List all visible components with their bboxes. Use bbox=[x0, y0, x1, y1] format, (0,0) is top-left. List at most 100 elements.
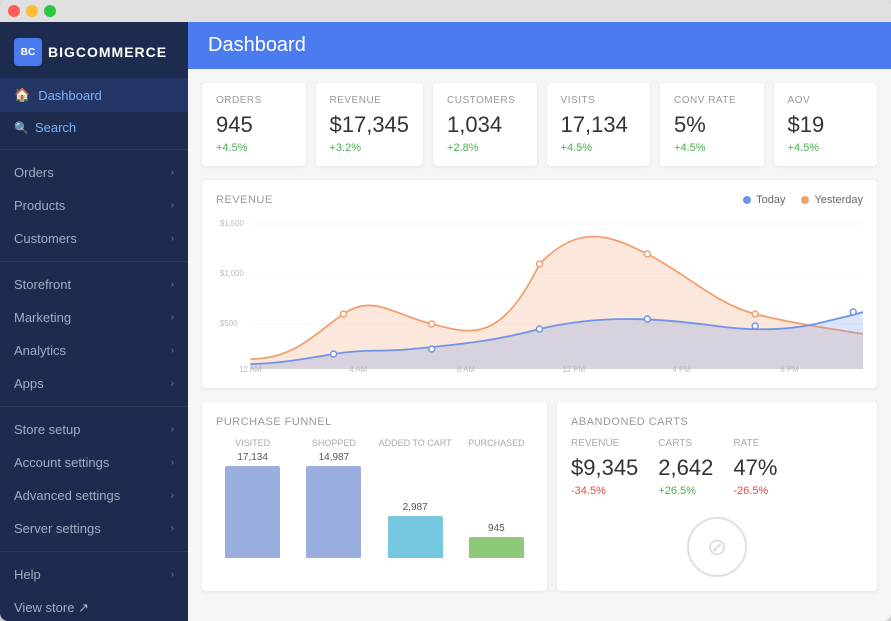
stat-label: VISITS bbox=[561, 95, 637, 106]
stat-card-visits: VISITS 17,134 +4.5% bbox=[547, 83, 651, 166]
svg-text:8 PM: 8 PM bbox=[780, 365, 798, 374]
sidebar-item-search[interactable]: 🔍 Search bbox=[0, 112, 188, 143]
funnel-col-label: ADDED TO CART bbox=[379, 438, 452, 448]
sidebar-logo: BC BIGCOMMERCE bbox=[0, 22, 188, 78]
chevron-icon: › bbox=[171, 312, 174, 323]
chevron-icon: › bbox=[171, 569, 174, 580]
advanced-settings-label: Advanced settings bbox=[14, 488, 120, 503]
chart-area: $1,500 $1,000 $500 bbox=[216, 214, 863, 374]
stat-change: +4.5% bbox=[674, 142, 750, 154]
funnel-col-label: SHOPPED bbox=[312, 438, 356, 448]
stats-row: ORDERS 945 +4.5% REVENUE $17,345 +3.2% C… bbox=[202, 83, 877, 166]
chevron-icon: › bbox=[171, 457, 174, 468]
funnel-bar bbox=[469, 537, 524, 558]
aband-change: +26.5% bbox=[658, 485, 713, 497]
funnel-val: 945 bbox=[488, 523, 505, 534]
funnel-col-shopped: SHOPPED 14,987 bbox=[297, 438, 370, 558]
svg-text:12 AM: 12 AM bbox=[239, 365, 261, 374]
abandoned-stats: REVENUE $9,345 -34.5% CARTS 2,642 +26.5%… bbox=[571, 438, 863, 497]
sidebar-search-label: Search bbox=[35, 120, 76, 135]
sidebar-nav: 🏠 Dashboard 🔍 Search Orders › Products › bbox=[0, 78, 188, 621]
sidebar-item-label: Dashboard bbox=[38, 88, 102, 103]
stat-value: 17,134 bbox=[561, 112, 637, 138]
sidebar-item-analytics[interactable]: Analytics › bbox=[0, 334, 188, 367]
yesterday-dot bbox=[801, 196, 809, 204]
aband-value: 47% bbox=[733, 455, 777, 481]
customers-label: Customers bbox=[14, 231, 77, 246]
stat-label: CONV RATE bbox=[674, 95, 750, 106]
stat-label: REVENUE bbox=[330, 95, 410, 106]
sidebar-divider-2 bbox=[0, 261, 188, 262]
chevron-icon: › bbox=[171, 523, 174, 534]
stat-change: +4.5% bbox=[788, 142, 864, 154]
sidebar-item-marketing[interactable]: Marketing › bbox=[0, 301, 188, 334]
sidebar-item-dashboard[interactable]: 🏠 Dashboard bbox=[0, 78, 188, 112]
minimize-button[interactable] bbox=[26, 5, 38, 17]
app-window: BC BIGCOMMERCE 🏠 Dashboard 🔍 Search bbox=[0, 0, 891, 621]
chevron-icon: › bbox=[171, 345, 174, 356]
chart-legend: Today Yesterday bbox=[743, 194, 863, 206]
sidebar-item-account-settings[interactable]: Account settings › bbox=[0, 446, 188, 479]
sidebar-item-customers[interactable]: Customers › bbox=[0, 222, 188, 255]
today-label: Today bbox=[756, 194, 785, 206]
sidebar-item-store-setup[interactable]: Store setup › bbox=[0, 413, 188, 446]
stat-change: +4.5% bbox=[216, 142, 292, 154]
stat-card-aov: AOV $19 +4.5% bbox=[774, 83, 878, 166]
funnel-bar-wrap: 2,987 bbox=[379, 452, 452, 558]
analytics-label: Analytics bbox=[14, 343, 66, 358]
stat-card-conv-rate: CONV RATE 5% +4.5% bbox=[660, 83, 764, 166]
sidebar-item-orders[interactable]: Orders › bbox=[0, 156, 188, 189]
funnel-bar bbox=[225, 466, 280, 558]
aband-stat-carts: CARTS 2,642 +26.5% bbox=[658, 438, 713, 497]
legend-today: Today bbox=[743, 194, 785, 206]
products-label: Products bbox=[14, 198, 65, 213]
abandoned-carts-card: ABANDONED CARTS REVENUE $9,345 -34.5% CA… bbox=[557, 402, 877, 591]
sidebar-item-server-settings[interactable]: Server settings › bbox=[0, 512, 188, 545]
funnel-bars: VISITED 17,134 SHOPPED 14,987 bbox=[216, 438, 533, 558]
svg-text:12 PM: 12 PM bbox=[562, 365, 585, 374]
stat-change: +3.2% bbox=[330, 142, 410, 154]
stat-change: +4.5% bbox=[561, 142, 637, 154]
stat-label: CUSTOMERS bbox=[447, 95, 523, 106]
sidebar-divider-4 bbox=[0, 551, 188, 552]
funnel-bar-wrap: 945 bbox=[460, 452, 533, 558]
aband-value: 2,642 bbox=[658, 455, 713, 481]
revenue-svg: $1,500 $1,000 $500 bbox=[216, 214, 863, 374]
stat-label: ORDERS bbox=[216, 95, 292, 106]
sidebar-item-help[interactable]: Help › bbox=[0, 558, 188, 591]
aband-label: REVENUE bbox=[571, 438, 638, 449]
bottom-row: PURCHASE FUNNEL VISITED 17,134 bbox=[202, 402, 877, 591]
stat-value: 1,034 bbox=[447, 112, 523, 138]
aband-stat-revenue: REVENUE $9,345 -34.5% bbox=[571, 438, 638, 497]
funnel-val: 2,987 bbox=[403, 502, 428, 513]
chart-title: REVENUE bbox=[216, 194, 273, 206]
aband-label: RATE bbox=[733, 438, 777, 449]
chevron-icon: › bbox=[171, 167, 174, 178]
dashboard-content: ORDERS 945 +4.5% REVENUE $17,345 +3.2% C… bbox=[188, 69, 891, 621]
sidebar-item-products[interactable]: Products › bbox=[0, 189, 188, 222]
marketing-label: Marketing bbox=[14, 310, 71, 325]
sidebar-item-apps[interactable]: Apps › bbox=[0, 367, 188, 400]
stat-value: 5% bbox=[674, 112, 750, 138]
funnel-bar bbox=[388, 516, 443, 558]
svg-text:8 AM: 8 AM bbox=[457, 365, 475, 374]
funnel-col-label: VISITED bbox=[235, 438, 270, 448]
aband-value: $9,345 bbox=[571, 455, 638, 481]
maximize-button[interactable] bbox=[44, 5, 56, 17]
revenue-chart-card: REVENUE Today Yesterday bbox=[202, 180, 877, 388]
chevron-icon: › bbox=[171, 424, 174, 435]
abandoned-title: ABANDONED CARTS bbox=[571, 416, 863, 428]
svg-text:$500: $500 bbox=[220, 319, 238, 328]
stat-value: $17,345 bbox=[330, 112, 410, 138]
sidebar-item-storefront[interactable]: Storefront › bbox=[0, 268, 188, 301]
close-button[interactable] bbox=[8, 5, 20, 17]
sidebar-divider-3 bbox=[0, 406, 188, 407]
chevron-icon: › bbox=[171, 279, 174, 290]
stat-change: +2.8% bbox=[447, 142, 523, 154]
stat-card-orders: ORDERS 945 +4.5% bbox=[202, 83, 306, 166]
sidebar: BC BIGCOMMERCE 🏠 Dashboard 🔍 Search bbox=[0, 22, 188, 621]
yesterday-label: Yesterday bbox=[814, 194, 863, 206]
sidebar-item-advanced-settings[interactable]: Advanced settings › bbox=[0, 479, 188, 512]
titlebar bbox=[0, 0, 891, 22]
sidebar-item-view-store[interactable]: View store ↗ bbox=[0, 591, 188, 621]
